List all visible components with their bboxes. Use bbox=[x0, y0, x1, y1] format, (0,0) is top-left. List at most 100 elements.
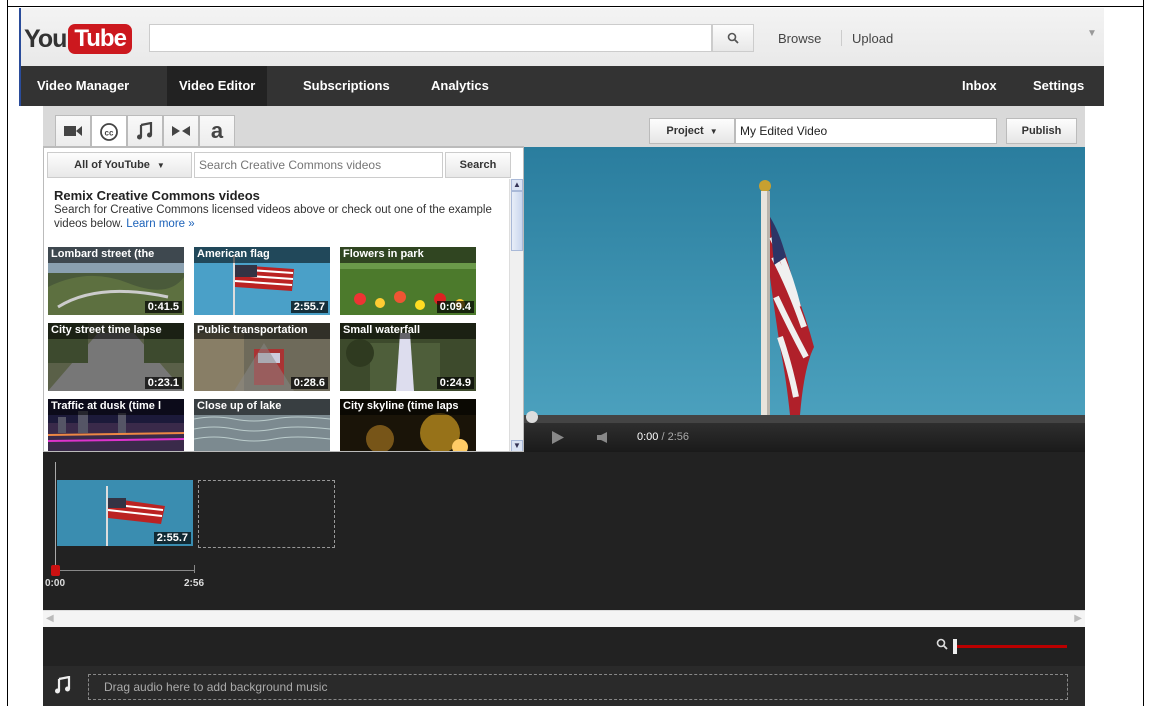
video-player[interactable]: 0:00 / 2:56 bbox=[524, 147, 1085, 452]
player-time: 0:00 / 2:56 bbox=[637, 431, 689, 443]
search-button[interactable] bbox=[712, 24, 754, 52]
search-scope-dropdown[interactable]: All of YouTube ▼ bbox=[47, 152, 192, 178]
library-scrollbar[interactable]: ▲ ▼ bbox=[509, 179, 523, 451]
video-thumb-traffic-at-dusk[interactable]: Traffic at dusk (time l bbox=[48, 399, 184, 451]
player-progress-bar[interactable] bbox=[524, 411, 1085, 423]
timeline-clip-american-flag[interactable]: 2:55.7 bbox=[57, 480, 193, 546]
thumb-title: Traffic at dusk (time l bbox=[48, 399, 184, 415]
flag-video-image bbox=[759, 180, 814, 415]
browse-link[interactable]: Browse bbox=[778, 31, 821, 46]
creative-commons-panel: All of YouTube ▼ Search Remix Creative C… bbox=[43, 147, 524, 452]
player-controls: 0:00 / 2:56 bbox=[524, 423, 1085, 452]
project-name-input[interactable] bbox=[735, 118, 997, 144]
timeline: 2:55.7 0:00 2:56 bbox=[43, 452, 1085, 610]
nav-inbox[interactable]: Inbox bbox=[950, 66, 1009, 106]
thumb-title: City street time lapse bbox=[48, 323, 184, 339]
logo-you-text: You bbox=[24, 24, 67, 53]
video-thumb-small-waterfall[interactable]: Small waterfall 0:24.9 bbox=[340, 323, 476, 391]
thumb-title: Close up of lake bbox=[194, 399, 330, 415]
ruler-end-tick bbox=[194, 565, 195, 573]
learn-more-link[interactable]: Learn more » bbox=[126, 218, 194, 230]
svg-text:cc: cc bbox=[105, 128, 114, 137]
zoom-icon bbox=[936, 638, 948, 650]
scope-label: All of YouTube bbox=[74, 159, 150, 171]
video-thumb-public-transportation[interactable]: Public transportation 0:28.6 bbox=[194, 323, 330, 391]
youtube-logo[interactable]: You Tube bbox=[24, 24, 132, 54]
audio-drop-zone[interactable]: Drag audio here to add background music bbox=[88, 674, 1068, 700]
logo-tube-text: Tube bbox=[68, 24, 132, 54]
remix-description-text: Search for Creative Commons licensed vid… bbox=[54, 204, 492, 230]
thumb-title: Public transportation bbox=[194, 323, 330, 339]
music-note-icon bbox=[55, 676, 71, 694]
tab-creative-commons[interactable]: cc bbox=[91, 115, 127, 147]
play-icon[interactable] bbox=[552, 431, 564, 444]
current-time: 0:00 bbox=[637, 431, 659, 443]
zoom-slider-track[interactable] bbox=[955, 645, 1067, 648]
thumb-duration: 0:24.9 bbox=[436, 377, 474, 389]
music-note-icon bbox=[137, 122, 153, 140]
playhead-handle[interactable] bbox=[51, 565, 60, 576]
scroll-down-icon[interactable]: ▼ bbox=[511, 440, 523, 451]
thumb-title: Flowers in park bbox=[340, 247, 476, 263]
thumb-duration: 0:09.4 bbox=[436, 301, 474, 313]
scrollbar-thumb[interactable] bbox=[511, 191, 523, 251]
tab-audio[interactable] bbox=[127, 115, 163, 146]
tab-text[interactable]: a bbox=[199, 115, 235, 146]
frame-top-border bbox=[7, 6, 1144, 7]
volume-icon[interactable] bbox=[597, 432, 609, 443]
nav-bar: Video Manager Video Editor Subscriptions… bbox=[19, 66, 1104, 106]
scroll-left-icon[interactable]: ◀ bbox=[46, 613, 54, 624]
nav-analytics[interactable]: Analytics bbox=[419, 66, 501, 106]
video-thumb-city-street[interactable]: City street time lapse 0:23.1 bbox=[48, 323, 184, 391]
thumb-title: American flag bbox=[194, 247, 330, 263]
thumb-title: City skyline (time laps bbox=[340, 399, 476, 415]
video-thumb-flowers-in-park[interactable]: Flowers in park 0:09.4 bbox=[340, 247, 476, 315]
divider bbox=[841, 30, 842, 46]
playhead-line bbox=[55, 462, 56, 574]
account-menu-caret-icon[interactable]: ▼ bbox=[1087, 28, 1097, 39]
video-thumb-lombard-street[interactable]: Lombard street (the 0:41.5 bbox=[48, 247, 184, 315]
thumb-duration: 0:28.6 bbox=[290, 377, 328, 389]
tab-transitions[interactable] bbox=[163, 115, 199, 146]
project-label: Project bbox=[666, 125, 704, 137]
chevron-down-icon: ▼ bbox=[156, 160, 165, 170]
nav-video-editor[interactable]: Video Editor bbox=[167, 66, 268, 106]
frame-left-border bbox=[7, 0, 8, 706]
search-input[interactable] bbox=[149, 24, 712, 52]
scroll-right-icon[interactable]: ▶ bbox=[1074, 613, 1082, 624]
total-time: / 2:56 bbox=[661, 431, 690, 443]
video-camera-icon bbox=[64, 126, 82, 136]
thumb-duration: 2:55.7 bbox=[290, 301, 328, 313]
timeline-end-label: 2:56 bbox=[184, 578, 205, 589]
nav-subscriptions[interactable]: Subscriptions bbox=[291, 66, 402, 106]
nav-video-manager[interactable]: Video Manager bbox=[25, 66, 141, 106]
youtube-video-editor: You Tube Browse Upload ▼ Video Manager V… bbox=[19, 8, 1104, 706]
cc-search-button[interactable]: Search bbox=[445, 152, 511, 178]
frame-right-border bbox=[1143, 0, 1144, 706]
scroll-up-icon[interactable]: ▲ bbox=[511, 179, 523, 191]
chevron-down-icon: ▼ bbox=[709, 126, 718, 136]
clip-drop-slot[interactable] bbox=[198, 480, 335, 548]
transitions-icon bbox=[172, 126, 190, 136]
video-thumb-close-up-of-lake[interactable]: Close up of lake bbox=[194, 399, 330, 451]
publish-button[interactable]: Publish bbox=[1006, 118, 1077, 144]
player-video-frame[interactable] bbox=[524, 147, 1085, 415]
search-icon bbox=[727, 32, 739, 44]
zoom-slider-handle[interactable] bbox=[953, 639, 957, 654]
masthead: You Tube Browse Upload ▼ bbox=[19, 8, 1104, 66]
thumb-duration: 0:23.1 bbox=[144, 377, 182, 389]
project-menu-button[interactable]: Project ▼ bbox=[649, 118, 735, 144]
tab-video[interactable] bbox=[55, 115, 91, 146]
upload-link[interactable]: Upload bbox=[852, 31, 893, 46]
nav-settings[interactable]: Settings bbox=[1021, 66, 1096, 106]
zoom-bar bbox=[43, 627, 1085, 666]
audio-track: Drag audio here to add background music bbox=[43, 666, 1085, 706]
creative-commons-icon: cc bbox=[100, 122, 118, 141]
video-thumb-city-skyline[interactable]: City skyline (time laps bbox=[340, 399, 476, 451]
cc-search-input[interactable] bbox=[194, 152, 443, 178]
timeline-scrollbar[interactable]: ◀ ▶ bbox=[43, 610, 1085, 627]
remix-description: Search for Creative Commons licensed vid… bbox=[54, 203, 504, 231]
thumb-duration: 0:41.5 bbox=[144, 301, 182, 313]
video-thumb-american-flag[interactable]: American flag 2:55.7 bbox=[194, 247, 330, 315]
progress-knob[interactable] bbox=[526, 411, 538, 423]
